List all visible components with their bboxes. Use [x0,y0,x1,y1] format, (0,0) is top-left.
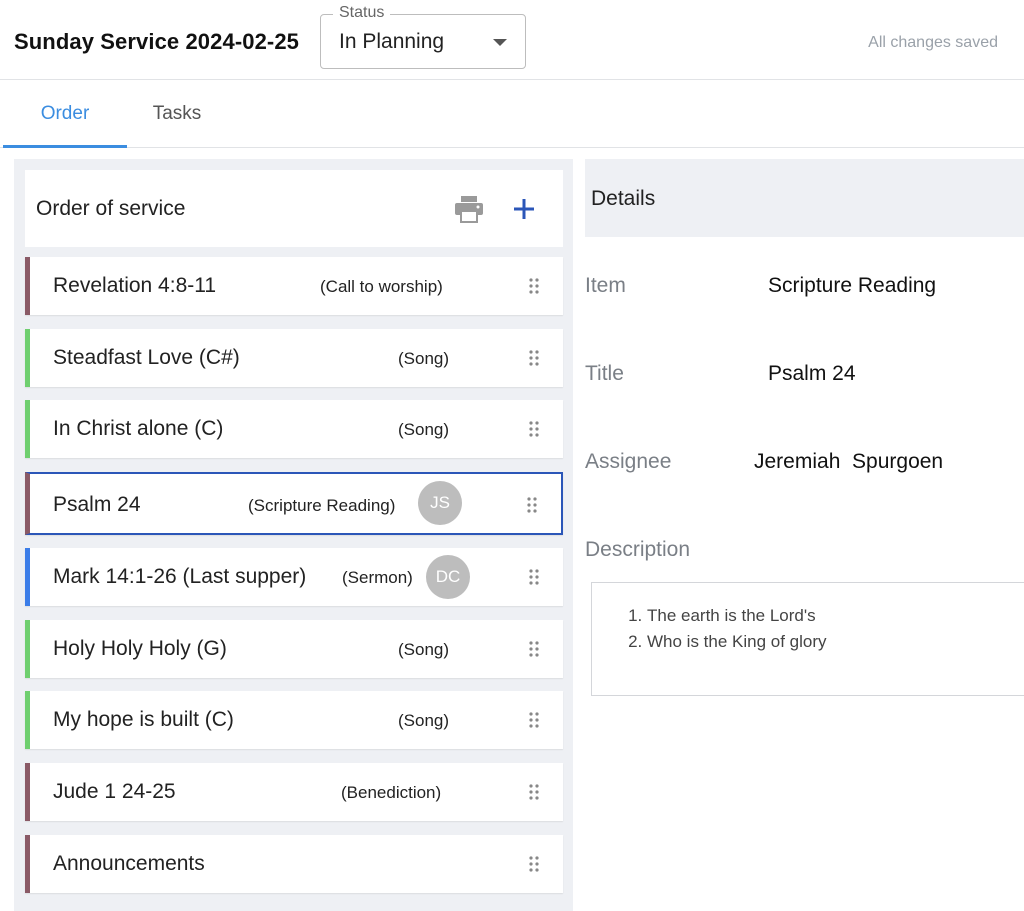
item-title: In Christ alone (C) [53,417,224,440]
drag-handle-icon[interactable] [528,856,540,872]
item-type: (Call to worship) [320,277,443,296]
title-value[interactable]: Psalm 24 [768,362,856,386]
plus-icon[interactable] [511,196,537,222]
assignee-label: Assignee [585,450,672,473]
save-status: All changes saved [868,34,998,51]
drag-handle-icon[interactable] [528,421,540,437]
drag-handle-icon[interactable] [528,278,540,294]
item-type: (Sermon) [342,568,413,587]
description-list-item: The earth is the Lord's [647,603,827,629]
order-panel-title: Order of service [36,197,186,220]
item-type: (Song) [398,349,450,368]
drag-handle-icon[interactable] [528,569,540,585]
item-type: (Song) [398,420,450,439]
tab-bar: Order Tasks [0,80,1024,148]
description-editor[interactable]: The earth is the Lord's Who is the King … [591,582,1024,696]
service-item[interactable]: In Christ alone (C) (Song) [25,400,563,458]
item-type: (Benediction) [341,783,442,802]
printer-icon[interactable] [454,195,484,223]
caret-down-icon [493,39,507,46]
item-type: (Song) [398,711,450,730]
item-title: Holy Holy Holy (G) [53,637,227,660]
tab-order[interactable]: Order [3,80,127,148]
service-item[interactable]: Announcements [25,835,563,893]
item-title: Announcements [53,852,205,875]
service-item[interactable]: My hope is built (C) (Song) [25,691,563,749]
item-label: Item [585,274,626,297]
service-item[interactable]: Steadfast Love (C#) (Song) [25,329,563,387]
order-panel: Order of service Revelation 4:8-11 (Call… [14,159,573,911]
details-title: Details [591,187,656,210]
tab-tasks[interactable]: Tasks [115,80,239,148]
description-list: The earth is the Lord's Who is the King … [647,603,827,655]
service-item[interactable]: Revelation 4:8-11 (Call to worship) [25,257,563,315]
item-title: Mark 14:1-26 (Last supper) [53,565,307,588]
drag-handle-icon[interactable] [528,350,540,366]
item-title: Revelation 4:8-11 [53,274,217,297]
item-title: Steadfast Love (C#) [53,346,240,369]
item-type: (Scripture Reading) [248,496,396,515]
service-item[interactable]: Jude 1 24-25 (Benediction) [25,763,563,821]
status-label: Status [333,4,391,22]
service-item-selected[interactable]: Psalm 24 (Scripture Reading) JS [25,472,563,535]
status-dropdown[interactable]: Status In Planning [320,4,526,69]
order-panel-header: Order of service [25,170,563,247]
item-title: My hope is built (C) [53,708,234,731]
status-value: In Planning [339,30,445,53]
service-item[interactable]: Mark 14:1-26 (Last supper) (Sermon) DC [25,548,563,606]
item-type: (Song) [398,640,450,659]
page-header: Sunday Service 2024-02-25 Status In Plan… [0,0,1024,80]
item-title: Psalm 24 [53,493,141,516]
assignee-value[interactable]: Jeremiah Spurgoen [754,450,943,474]
drag-handle-icon[interactable] [526,497,538,513]
service-item[interactable]: Holy Holy Holy (G) (Song) [25,620,563,678]
service-title: Sunday Service 2024-02-25 [14,29,300,54]
avatar[interactable]: DC [426,555,470,599]
drag-handle-icon[interactable] [528,712,540,728]
avatar[interactable]: JS [418,481,462,525]
item-title: Jude 1 24-25 [53,780,176,803]
drag-handle-icon[interactable] [528,784,540,800]
description-list-item: Who is the King of glory [647,629,827,655]
title-label: Title [585,362,624,385]
item-value: Scripture Reading [768,274,937,297]
details-header: Details [585,159,1024,237]
drag-handle-icon[interactable] [528,641,540,657]
details-panel: Details Item Scripture Reading Title Psa… [585,159,1024,911]
description-label: Description [585,538,691,561]
